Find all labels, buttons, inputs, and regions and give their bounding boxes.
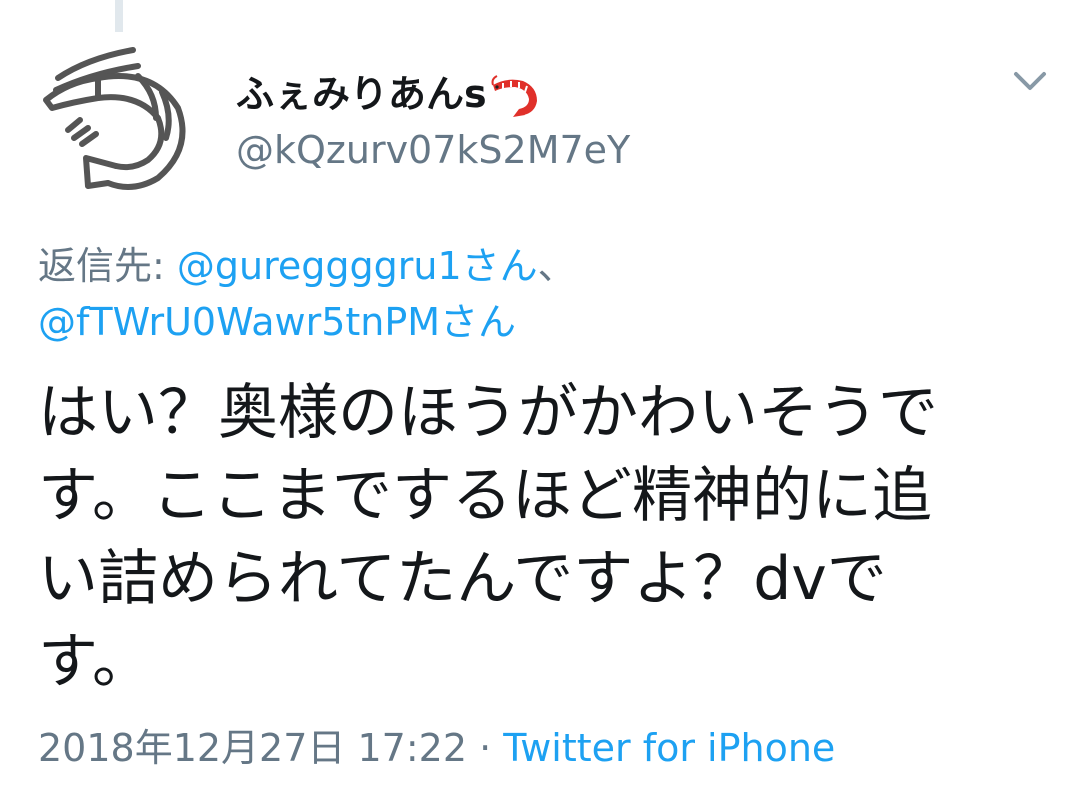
meta-separator: ·: [467, 726, 504, 770]
thread-connector-line: [115, 0, 123, 32]
display-name-text: ふぇみりあんs: [236, 72, 487, 116]
reply-to-line: 返信先: @gureggggru1さん、 @fTWrU0Wawr5tnPMさん: [38, 238, 1038, 350]
user-handle[interactable]: @kQzurv07kS2M7eY: [236, 126, 630, 174]
tweet-text-line: す。ここまでするほど精神的に追: [38, 461, 932, 531]
display-name[interactable]: ふぇみりあんs: [236, 70, 541, 119]
reply-user-link[interactable]: @gureggggru1さん: [177, 244, 538, 288]
reply-prefix: 返信先:: [38, 244, 177, 288]
tweet-text-line: はい？奥様のほうがかわいそうで: [38, 378, 938, 448]
shrimp-emoji-icon: [491, 74, 537, 117]
tweet-meta: 2018年12月27日 17:22 · Twitter for iPhone: [38, 722, 835, 774]
tweet-text-line: す。: [38, 627, 152, 697]
reply-user-link[interactable]: @fTWrU0Wawr5tnPMさん: [38, 300, 516, 344]
shrimp-avatar-icon: [43, 47, 186, 190]
timestamp[interactable]: 2018年12月27日 17:22: [38, 726, 467, 770]
tweet-text: はい？奥様のほうがかわいそうで す。ここまでするほど精神的に追 い詰められてたん…: [38, 372, 1048, 704]
tweet-text-line: い詰められてたんですよ？dvで: [38, 544, 887, 614]
reply-separator: 、: [537, 244, 576, 288]
chevron-down-icon[interactable]: [1010, 66, 1050, 96]
avatar[interactable]: [38, 38, 198, 198]
source-link[interactable]: Twitter for iPhone: [503, 726, 835, 770]
